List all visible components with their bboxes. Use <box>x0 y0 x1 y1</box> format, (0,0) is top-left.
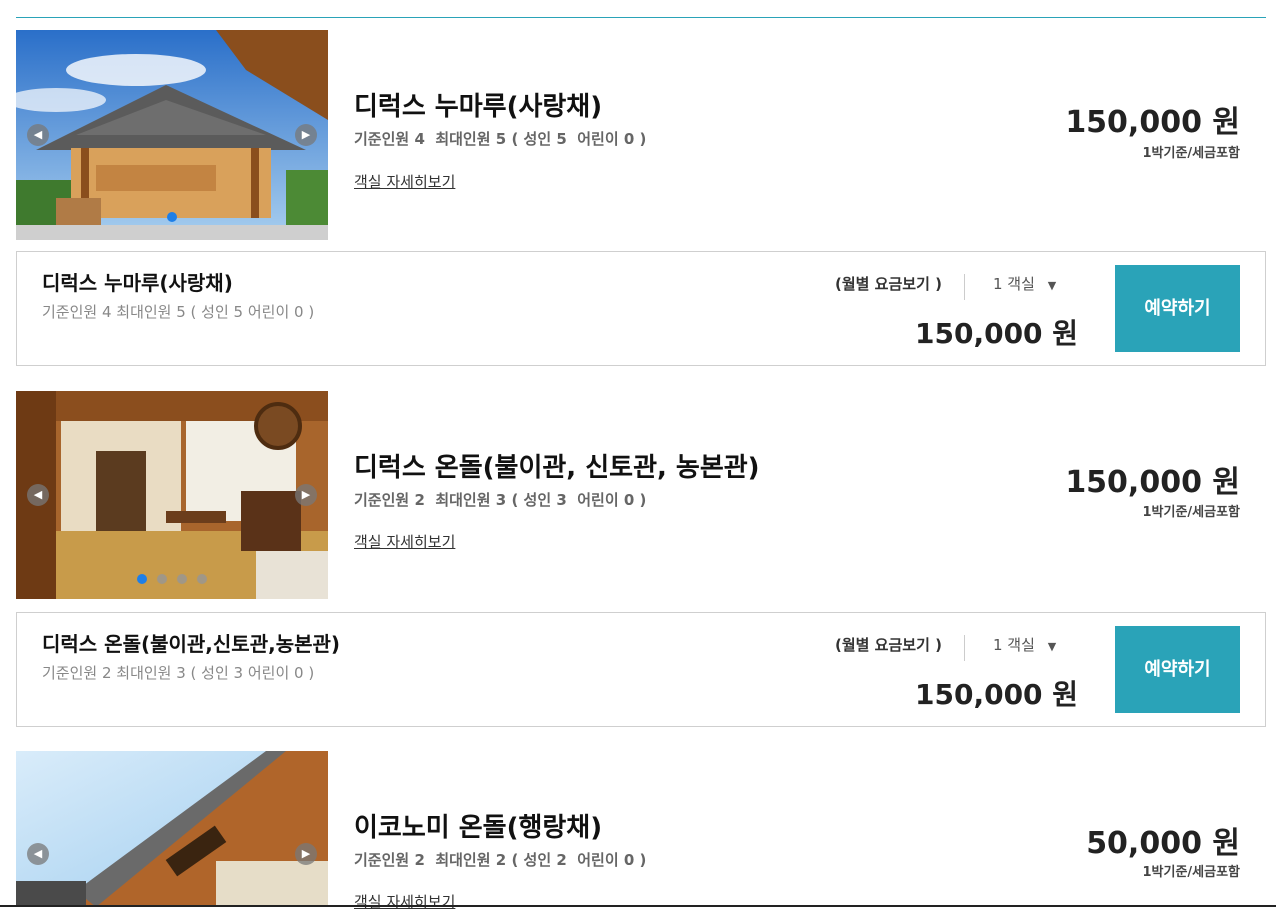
room-capacity: 기준인원 2 최대인원 2 ( 성인 2 어린이 0 ) <box>354 849 646 870</box>
child-label: 어린이 <box>577 130 619 148</box>
room-count-select[interactable]: 1 객실 ▼ <box>993 273 1056 294</box>
room-price: 50,000 원 <box>1086 826 1240 861</box>
booking-capacity: 기준인원 4 최대인원 5 ( 성인 5 어린이 0 ) <box>42 303 315 321</box>
slide-dot[interactable] <box>177 574 187 584</box>
room-title: 이코노미 온돌(행랑채) <box>354 813 603 843</box>
room-photo-slider[interactable]: ◀ ▶ <box>16 751 328 907</box>
adult-label: ( 성인 <box>511 851 552 869</box>
slide-dot[interactable] <box>137 574 147 584</box>
room-card-haengrang: ◀ ▶ 이코노미 온돌(행랑채) 기준인원 2 최대인원 2 ( 성인 2 어린… <box>16 751 1266 911</box>
adult-label: ( 성인 <box>511 130 552 148</box>
monthly-rate-link[interactable]: (월별 요금보기 ) <box>835 634 942 655</box>
hanok-eaves-photo <box>16 751 328 907</box>
max-capacity-value: 2 <box>495 851 507 869</box>
slide-indicators <box>16 207 328 226</box>
slide-dot[interactable] <box>197 574 207 584</box>
booking-room-title: 디럭스 누마루(사랑채) <box>42 271 233 295</box>
caret-down-icon: ▼ <box>1047 279 1057 292</box>
std-capacity-value: 4 <box>414 130 425 148</box>
room-price: 150,000 원 <box>1065 105 1240 140</box>
room-title: 디럭스 누마루(사랑채) <box>354 92 603 122</box>
child-value: 0 ) <box>623 491 647 509</box>
chevron-right-icon[interactable]: ▶ <box>295 843 317 865</box>
booking-price: 150,000 원 <box>915 317 1079 350</box>
room-capacity: 기준인원 2 최대인원 3 ( 성인 3 어린이 0 ) <box>354 489 646 510</box>
divider <box>964 274 965 300</box>
std-capacity-label: 기준인원 <box>354 491 410 509</box>
divider <box>964 635 965 661</box>
chevron-left-icon[interactable]: ◀ <box>27 843 49 865</box>
room-detail-link[interactable]: 객실 자세히보기 <box>354 171 455 192</box>
max-capacity-value: 3 <box>495 491 507 509</box>
monthly-rate-link[interactable]: (월별 요금보기 ) <box>835 273 942 294</box>
reserve-button[interactable]: 예약하기 <box>1115 626 1240 713</box>
room-photo-slider[interactable]: ◀ ▶ <box>16 30 328 240</box>
booking-row-numaru: 디럭스 누마루(사랑채) 기준인원 4 최대인원 5 ( 성인 5 어린이 0 … <box>16 251 1266 366</box>
std-capacity-value: 2 <box>414 491 425 509</box>
booking-row-ondol: 디럭스 온돌(불이관,신토관,농본관) 기준인원 2 최대인원 3 ( 성인 3… <box>16 612 1266 727</box>
adult-value: 2 <box>556 851 567 869</box>
hanok-interior-photo <box>16 391 328 599</box>
max-capacity-label: 최대인원 <box>435 491 491 509</box>
chevron-left-icon[interactable]: ◀ <box>27 484 49 506</box>
std-capacity-label: 기준인원 <box>354 130 410 148</box>
booking-price: 150,000 원 <box>915 678 1079 711</box>
std-capacity-value: 2 <box>414 851 425 869</box>
child-value: 0 ) <box>623 130 647 148</box>
room-count-value: 1 객실 <box>993 275 1035 293</box>
room-capacity: 기준인원 4 최대인원 5 ( 성인 5 어린이 0 ) <box>354 128 646 149</box>
max-capacity-label: 최대인원 <box>435 130 491 148</box>
price-note: 1박기준/세금포함 <box>1142 146 1240 161</box>
caret-down-icon: ▼ <box>1047 640 1057 653</box>
room-card-ondol: ◀ ▶ 디럭스 온돌(불이관, 신토관, 농본관) 기준인원 2 최대인원 3 … <box>16 391 1266 601</box>
room-title: 디럭스 온돌(불이관, 신토관, 농본관) <box>354 453 760 483</box>
adult-value: 3 <box>556 491 567 509</box>
std-capacity-label: 기준인원 <box>354 851 410 869</box>
slide-dot[interactable] <box>167 212 177 222</box>
chevron-right-icon[interactable]: ▶ <box>295 124 317 146</box>
price-note: 1박기준/세금포함 <box>1142 865 1240 880</box>
room-detail-link[interactable]: 객실 자세히보기 <box>354 891 455 912</box>
child-value: 0 ) <box>623 851 647 869</box>
room-count-value: 1 객실 <box>993 636 1035 654</box>
child-label: 어린이 <box>577 851 619 869</box>
chevron-right-icon[interactable]: ▶ <box>295 484 317 506</box>
chevron-left-icon[interactable]: ◀ <box>27 124 49 146</box>
max-capacity-label: 최대인원 <box>435 851 491 869</box>
child-label: 어린이 <box>577 491 619 509</box>
room-price: 150,000 원 <box>1065 465 1240 500</box>
adult-label: ( 성인 <box>511 491 552 509</box>
room-detail-link[interactable]: 객실 자세히보기 <box>354 531 455 552</box>
max-capacity-value: 5 <box>495 130 507 148</box>
booking-room-title: 디럭스 온돌(불이관,신토관,농본관) <box>42 632 341 656</box>
slide-indicators <box>16 569 328 588</box>
room-count-select[interactable]: 1 객실 ▼ <box>993 634 1056 655</box>
slide-dot[interactable] <box>157 574 167 584</box>
reserve-button[interactable]: 예약하기 <box>1115 265 1240 352</box>
section-divider <box>16 17 1266 18</box>
price-note: 1박기준/세금포함 <box>1142 505 1240 520</box>
room-photo-slider[interactable]: ◀ ▶ <box>16 391 328 599</box>
booking-capacity: 기준인원 2 최대인원 3 ( 성인 3 어린이 0 ) <box>42 664 315 682</box>
adult-value: 5 <box>556 130 567 148</box>
room-card-numaru: ◀ ▶ 디럭스 누마루(사랑채) 기준인원 4 최대인원 5 ( 성인 5 어린… <box>16 30 1266 240</box>
